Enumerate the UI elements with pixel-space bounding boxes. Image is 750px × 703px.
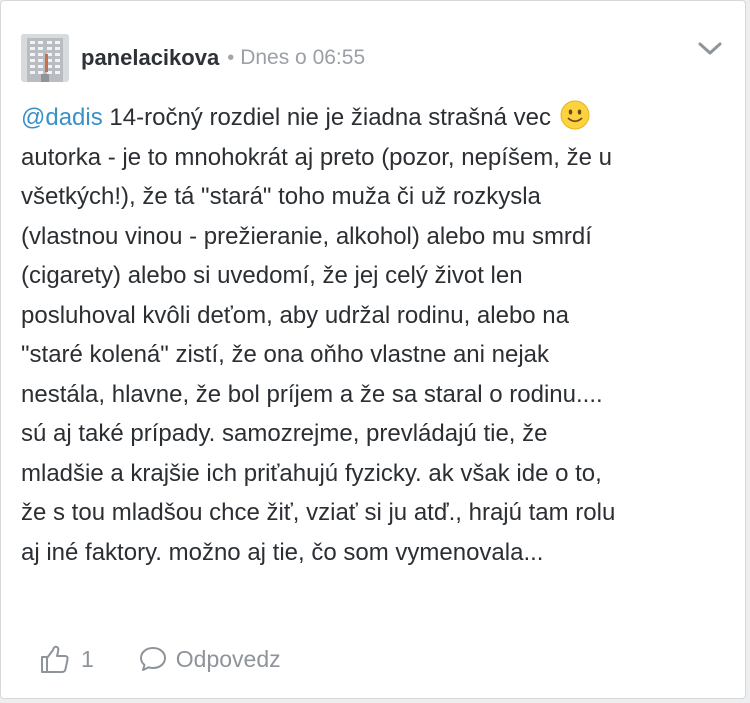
comment-card: panelacikova • Dnes o 06:55 @dadis 14-ro… xyxy=(0,0,746,699)
avatar[interactable] xyxy=(21,34,69,82)
comment-actions: 1 Odpovedz xyxy=(39,641,281,677)
avatar-building-image xyxy=(21,34,69,82)
comment-text-rest: autorka - je to mnohokrát aj preto (pozo… xyxy=(21,143,616,566)
author-name[interactable]: panelacikova xyxy=(81,45,219,71)
speech-bubble-icon xyxy=(139,647,166,671)
thumbs-up-icon xyxy=(41,645,69,673)
reply-label: Odpovedz xyxy=(175,645,281,672)
comment-text-start: 14-ročný rozdiel nie je žiadna strašná v… xyxy=(102,104,558,131)
comment-body: @dadis 14-ročný rozdiel nie je žiadna st… xyxy=(21,98,721,572)
user-mention-link[interactable]: @dadis xyxy=(21,104,103,131)
comment-timestamp: Dnes o 06:55 xyxy=(240,46,366,69)
like-button[interactable]: 1 xyxy=(39,643,94,675)
reply-button[interactable]: Odpovedz xyxy=(138,644,281,674)
meta-separator: • xyxy=(227,46,235,69)
like-count: 1 xyxy=(81,645,94,672)
comment-header: panelacikova • Dnes o 06:55 xyxy=(21,33,365,83)
chevron-down-icon[interactable] xyxy=(697,39,723,59)
slightly-smiling-face-icon xyxy=(560,100,590,130)
